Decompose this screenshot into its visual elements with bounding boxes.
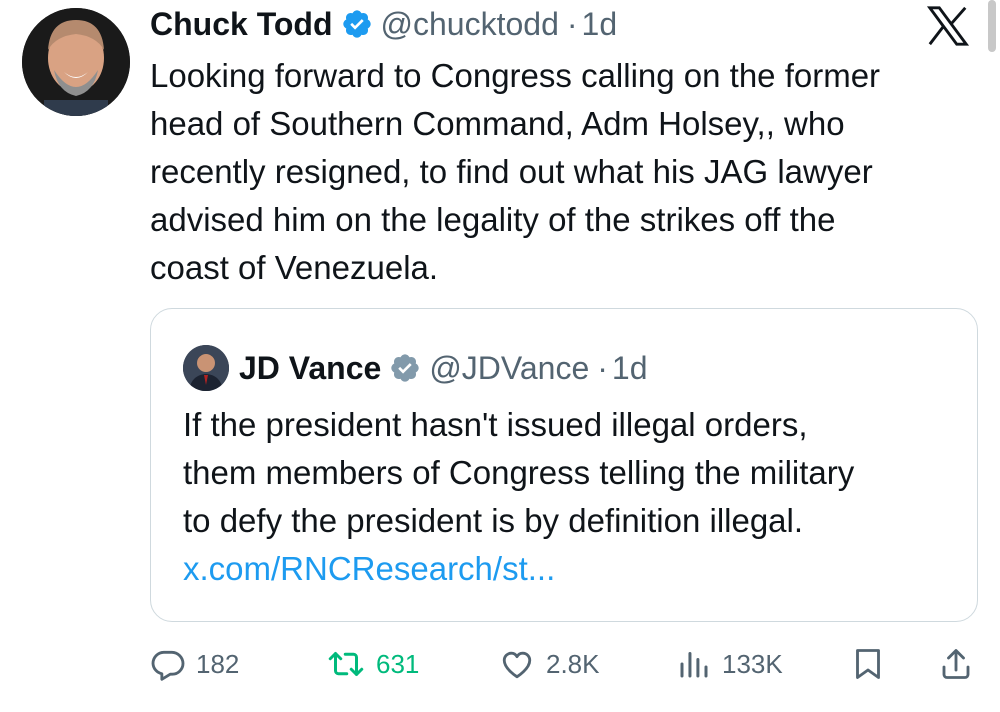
share-button[interactable] (938, 640, 974, 688)
reply-button[interactable]: 182 (150, 640, 239, 688)
quoted-tweet-timestamp[interactable]: 1d (612, 350, 648, 387)
views-count: 133K (722, 648, 783, 679)
author-avatar[interactable] (22, 8, 130, 116)
share-icon (938, 645, 974, 683)
bookmark-icon (850, 645, 886, 683)
tweet-timestamp[interactable]: 1d (582, 6, 618, 43)
retweet-button[interactable]: 631 (326, 640, 419, 688)
like-button[interactable]: 2.8K (498, 640, 600, 688)
reply-icon (150, 646, 186, 682)
tweet-header: Chuck Todd @chucktodd · 1d (150, 4, 617, 44)
retweet-count: 631 (376, 648, 420, 679)
verified-badge-icon (389, 352, 421, 384)
bookmark-button[interactable] (850, 640, 886, 688)
quoted-author-handle[interactable]: @JDVance (429, 350, 589, 387)
views-chart-icon (676, 646, 712, 682)
like-count: 2.8K (546, 648, 600, 679)
x-logo-icon (926, 6, 970, 46)
quoted-tweet-card[interactable]: JD Vance @JDVance · 1d If the president … (150, 308, 978, 622)
time-separator: · (597, 349, 608, 386)
time-separator: · (566, 5, 578, 42)
quoted-tweet-text: If the president hasn't issued illegal o… (183, 406, 855, 539)
author-name[interactable]: Chuck Todd (150, 6, 333, 43)
reply-count: 182 (196, 648, 240, 679)
quoted-tweet-link[interactable]: x.com/RNCResearch/st... (183, 545, 555, 593)
heart-icon (498, 646, 536, 682)
quoted-author-avatar[interactable] (183, 345, 229, 391)
author-handle[interactable]: @chucktodd (381, 6, 559, 43)
tweet-text: Looking forward to Congress calling on t… (150, 57, 881, 286)
verified-badge-icon (341, 8, 373, 40)
tweet-card[interactable]: Chuck Todd @chucktodd · 1d Looking forwa… (0, 0, 1000, 712)
scrollbar-thumb[interactable] (988, 0, 996, 52)
quoted-tweet-header: JD Vance @JDVance · 1d (239, 345, 648, 391)
action-bar: 182 631 2.8K 133K (150, 640, 980, 688)
views-button[interactable]: 133K (676, 640, 783, 688)
quoted-author-name[interactable]: JD Vance (239, 350, 381, 387)
retweet-icon (326, 646, 366, 682)
